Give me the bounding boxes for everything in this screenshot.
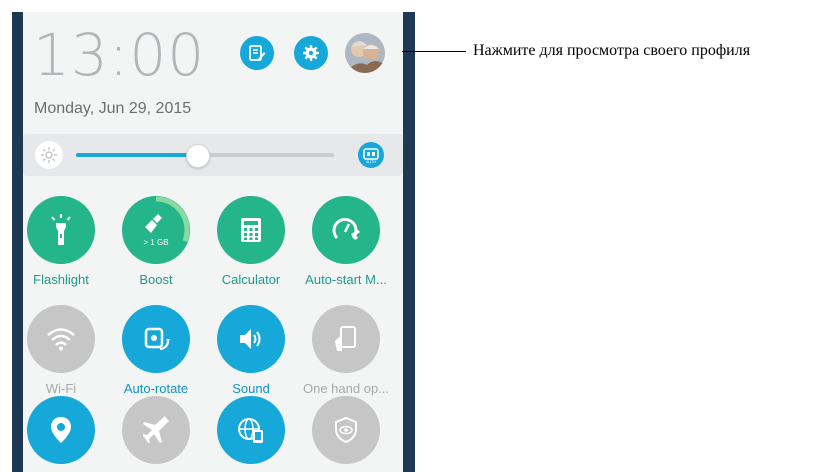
quick-settings-panel: 13:00 Monday, Jun 29, 2015 AUTO Flashlig… xyxy=(23,12,403,472)
tile-wifi[interactable]: Wi-Fi xyxy=(23,305,104,396)
tile-label: Auto-start M... xyxy=(305,272,387,287)
wifi-toggle[interactable] xyxy=(27,305,95,373)
location-toggle[interactable] xyxy=(27,396,95,464)
boost-broom-icon xyxy=(145,214,162,233)
boost-content: > 1 GB xyxy=(143,213,169,247)
tile-shield[interactable] xyxy=(303,396,389,464)
brightness-thumb[interactable] xyxy=(186,144,210,168)
boost-toggle[interactable]: > 1 GB xyxy=(122,196,190,264)
clock-time: 13:00 xyxy=(33,21,206,89)
settings-gear-icon xyxy=(303,45,319,61)
note-edit-icon xyxy=(249,45,266,61)
profile-photo-icon xyxy=(345,33,385,73)
tile-sound[interactable]: Sound xyxy=(208,305,294,396)
calculator-icon xyxy=(241,218,261,242)
brightness-bar: AUTO xyxy=(23,134,403,176)
one-hand-toggle[interactable] xyxy=(312,305,380,373)
tile-globe-device[interactable] xyxy=(208,396,294,464)
globe-device-icon xyxy=(238,418,263,443)
clock-date: Monday, Jun 29, 2015 xyxy=(34,100,192,117)
profile-avatar[interactable] xyxy=(345,33,385,73)
brightness-slider[interactable] xyxy=(76,144,334,168)
auto-rotate-toggle[interactable] xyxy=(122,305,190,373)
tile-flashlight[interactable]: Flashlight xyxy=(23,196,104,287)
auto-brightness-label: AUTO xyxy=(366,160,376,164)
location-pin-icon xyxy=(51,417,71,443)
brightness-sun-icon xyxy=(35,141,63,169)
tile-label: One hand op... xyxy=(303,381,389,396)
sound-toggle[interactable] xyxy=(217,305,285,373)
tile-calculator[interactable]: Calculator xyxy=(208,196,294,287)
tile-label: Auto-rotate xyxy=(123,381,189,396)
airplane-icon xyxy=(143,416,169,443)
one-hand-icon xyxy=(335,326,356,351)
flashlight-toggle[interactable] xyxy=(27,196,95,264)
callout-text: Нажмите для просмотра своего профиля xyxy=(473,42,751,59)
calculator-button[interactable] xyxy=(217,196,285,264)
tile-label: Sound xyxy=(232,381,270,396)
auto-start-icon xyxy=(332,218,360,240)
globe-device-toggle[interactable] xyxy=(217,396,285,464)
note-edit-button[interactable] xyxy=(240,36,274,70)
shield-toggle[interactable] xyxy=(312,396,380,464)
settings-button[interactable] xyxy=(294,36,328,70)
tile-one-hand[interactable]: One hand op... xyxy=(303,305,389,396)
tile-label: Calculator xyxy=(221,272,281,287)
callout-line xyxy=(402,51,466,52)
tile-label: Flashlight xyxy=(33,272,89,287)
boost-sub-label: > 1 GB xyxy=(143,238,169,247)
tile-label: Wi-Fi xyxy=(45,381,77,396)
tile-label: Boost xyxy=(139,272,173,287)
auto-rotate-icon xyxy=(144,327,170,351)
wifi-icon xyxy=(47,328,75,351)
tile-location[interactable] xyxy=(23,396,104,464)
sound-icon xyxy=(240,329,261,349)
shield-eye-icon xyxy=(335,416,357,444)
auto-brightness-button[interactable]: AUTO xyxy=(358,142,384,168)
flashlight-icon xyxy=(51,214,71,245)
tile-auto-rotate[interactable]: Auto-rotate xyxy=(113,305,199,396)
airplane-toggle[interactable] xyxy=(122,396,190,464)
tile-boost[interactable]: > 1 GB Boost xyxy=(113,196,199,287)
auto-start-button[interactable] xyxy=(312,196,380,264)
brightness-fill xyxy=(76,153,197,157)
tile-airplane[interactable] xyxy=(113,396,199,464)
auto-brightness-icon: AUTO xyxy=(363,148,379,164)
tile-auto-start[interactable]: Auto-start M... xyxy=(303,196,389,287)
